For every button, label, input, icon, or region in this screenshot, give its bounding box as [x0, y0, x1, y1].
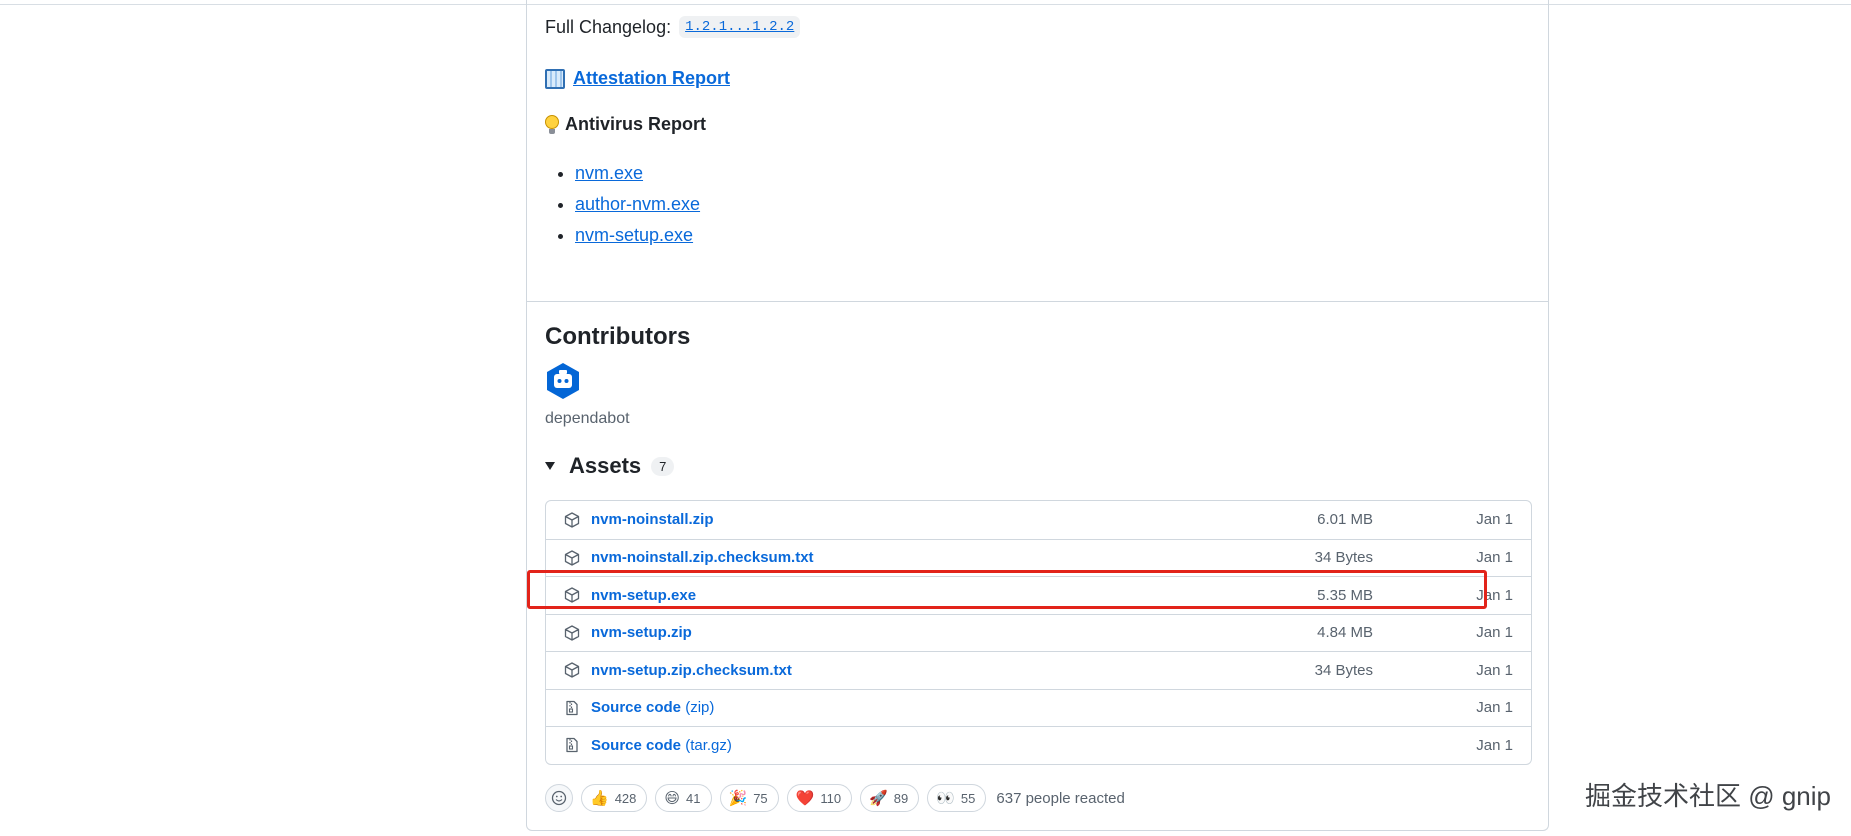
building-icon — [545, 68, 565, 89]
asset-link-suffix: (zip) — [685, 699, 715, 717]
rocket-icon: 🚀 — [869, 789, 888, 807]
asset-size: 5.35 MB — [1317, 586, 1373, 604]
smiley-icon — [551, 790, 567, 806]
reaction-count: 41 — [686, 790, 701, 806]
hooray-icon: 🎉 — [728, 789, 748, 807]
asset-size: 6.01 MB — [1317, 511, 1373, 529]
reaction-rocket[interactable]: 🚀 89 — [860, 784, 920, 812]
asset-link[interactable]: Source code (tar.gz) — [591, 737, 732, 754]
reaction-count: 75 — [753, 790, 768, 806]
asset-row: nvm-noinstall.zip.checksum.txt 34 Bytes … — [546, 538, 1531, 577]
assets-count-badge: 7 — [651, 456, 675, 476]
contributor-name[interactable]: dependabot — [545, 410, 630, 428]
package-icon — [564, 587, 580, 603]
antivirus-list: nvm.exe author-nvm.exe nvm-setup.exe — [555, 158, 700, 251]
antivirus-heading-text: Antivirus Report — [565, 114, 707, 134]
list-item: nvm-setup.exe — [575, 220, 700, 251]
asset-row: Source code (zip) Jan 1 — [546, 688, 1531, 727]
file-zip-icon — [566, 738, 578, 753]
asset-link-suffix: (tar.gz) — [685, 736, 732, 754]
reaction-laugh[interactable]: 😄 41 — [655, 784, 712, 812]
contributors-title: Contributors — [545, 323, 691, 350]
reactions-bar: 👍 428 😄 41 🎉 75 ❤️ 110 🚀 89 👀 55 637 people re… — [545, 784, 1125, 812]
asset-link[interactable]: nvm-setup.zip.checksum.txt — [591, 662, 792, 679]
antivirus-report-heading: Antivirus Report — [545, 114, 706, 135]
release-card: Full Changelog: 1.2.1...1.2.2 Attestatio… — [526, 0, 1549, 831]
reaction-count: 55 — [960, 790, 976, 806]
asset-date: Jan 1 — [1476, 549, 1513, 567]
full-changelog: Full Changelog: 1.2.1...1.2.2 — [545, 16, 801, 38]
laugh-icon: 😄 — [664, 789, 681, 807]
reaction-thumbs-up[interactable]: 👍 428 — [581, 784, 648, 812]
watermark: 掘金技术社区 @ gnip — [1585, 781, 1831, 811]
eyes-icon: 👀 — [936, 789, 955, 807]
reaction-count: 110 — [820, 790, 842, 806]
package-icon — [564, 512, 580, 528]
asset-link[interactable]: nvm-setup.zip — [591, 624, 692, 641]
assets-toggle[interactable]: Assets 7 — [545, 453, 675, 479]
reaction-eyes[interactable]: 👀 55 — [927, 784, 987, 812]
reactions-summary[interactable]: 637 people reacted — [996, 790, 1124, 807]
light-bulb-icon — [545, 114, 559, 135]
reaction-count: 428 — [614, 790, 637, 806]
asset-date: Jan 1 — [1476, 624, 1513, 642]
asset-row: Source code (tar.gz) Jan 1 — [546, 726, 1531, 764]
asset-link[interactable]: nvm-noinstall.zip.checksum.txt — [591, 549, 814, 566]
asset-link-text: Source code — [591, 699, 682, 717]
asset-size: 34 Bytes — [1314, 661, 1373, 679]
add-reaction-button[interactable] — [545, 784, 573, 812]
package-icon — [564, 625, 580, 641]
asset-size: 4.84 MB — [1317, 624, 1373, 642]
asset-link[interactable]: nvm-setup.exe — [591, 587, 696, 604]
changelog-label: Full Changelog: — [545, 16, 672, 37]
antivirus-link-author-nvm-exe[interactable]: author-nvm.exe — [575, 194, 700, 214]
reaction-heart[interactable]: ❤️ 110 — [786, 784, 853, 812]
asset-date: Jan 1 — [1476, 586, 1513, 604]
package-icon — [564, 662, 580, 678]
assets-list: nvm-noinstall.zip 6.01 MB Jan 1 nvm-noin… — [545, 500, 1532, 765]
changelog-compare-link[interactable]: 1.2.1...1.2.2 — [679, 16, 801, 38]
asset-date: Jan 1 — [1476, 699, 1513, 717]
attestation-report-link[interactable]: Attestation Report — [573, 68, 730, 89]
asset-date: Jan 1 — [1476, 661, 1513, 679]
asset-row: nvm-setup.zip 4.84 MB Jan 1 — [546, 613, 1531, 652]
assets-title: Assets — [569, 453, 642, 478]
thumbs-up-icon: 👍 — [590, 789, 609, 807]
antivirus-link-nvm-exe[interactable]: nvm.exe — [575, 163, 643, 183]
list-item: author-nvm.exe — [575, 189, 700, 220]
section-divider — [527, 301, 1548, 302]
asset-link[interactable]: nvm-noinstall.zip — [591, 511, 714, 528]
antivirus-link-nvm-setup-exe[interactable]: nvm-setup.exe — [575, 225, 693, 245]
heart-icon: ❤️ — [795, 789, 815, 807]
reaction-hooray[interactable]: 🎉 75 — [719, 784, 779, 812]
asset-date: Jan 1 — [1476, 736, 1513, 754]
asset-size: 34 Bytes — [1314, 549, 1373, 567]
asset-link-text: Source code — [591, 736, 682, 754]
attestation-report: Attestation Report — [545, 68, 730, 89]
reaction-count: 89 — [893, 790, 909, 806]
package-icon — [564, 550, 580, 566]
asset-row: nvm-setup.zip.checksum.txt 34 Bytes Jan … — [546, 651, 1531, 689]
asset-row: nvm-setup.exe 5.35 MB Jan 1 — [546, 576, 1531, 614]
caret-down-icon — [545, 462, 555, 470]
dependabot-avatar[interactable] — [545, 362, 581, 400]
asset-date: Jan 1 — [1476, 511, 1513, 529]
asset-link[interactable]: Source code (zip) — [591, 699, 714, 716]
asset-row: nvm-noinstall.zip 6.01 MB Jan 1 — [546, 501, 1531, 539]
list-item: nvm.exe — [575, 158, 700, 189]
file-zip-icon — [566, 700, 578, 715]
